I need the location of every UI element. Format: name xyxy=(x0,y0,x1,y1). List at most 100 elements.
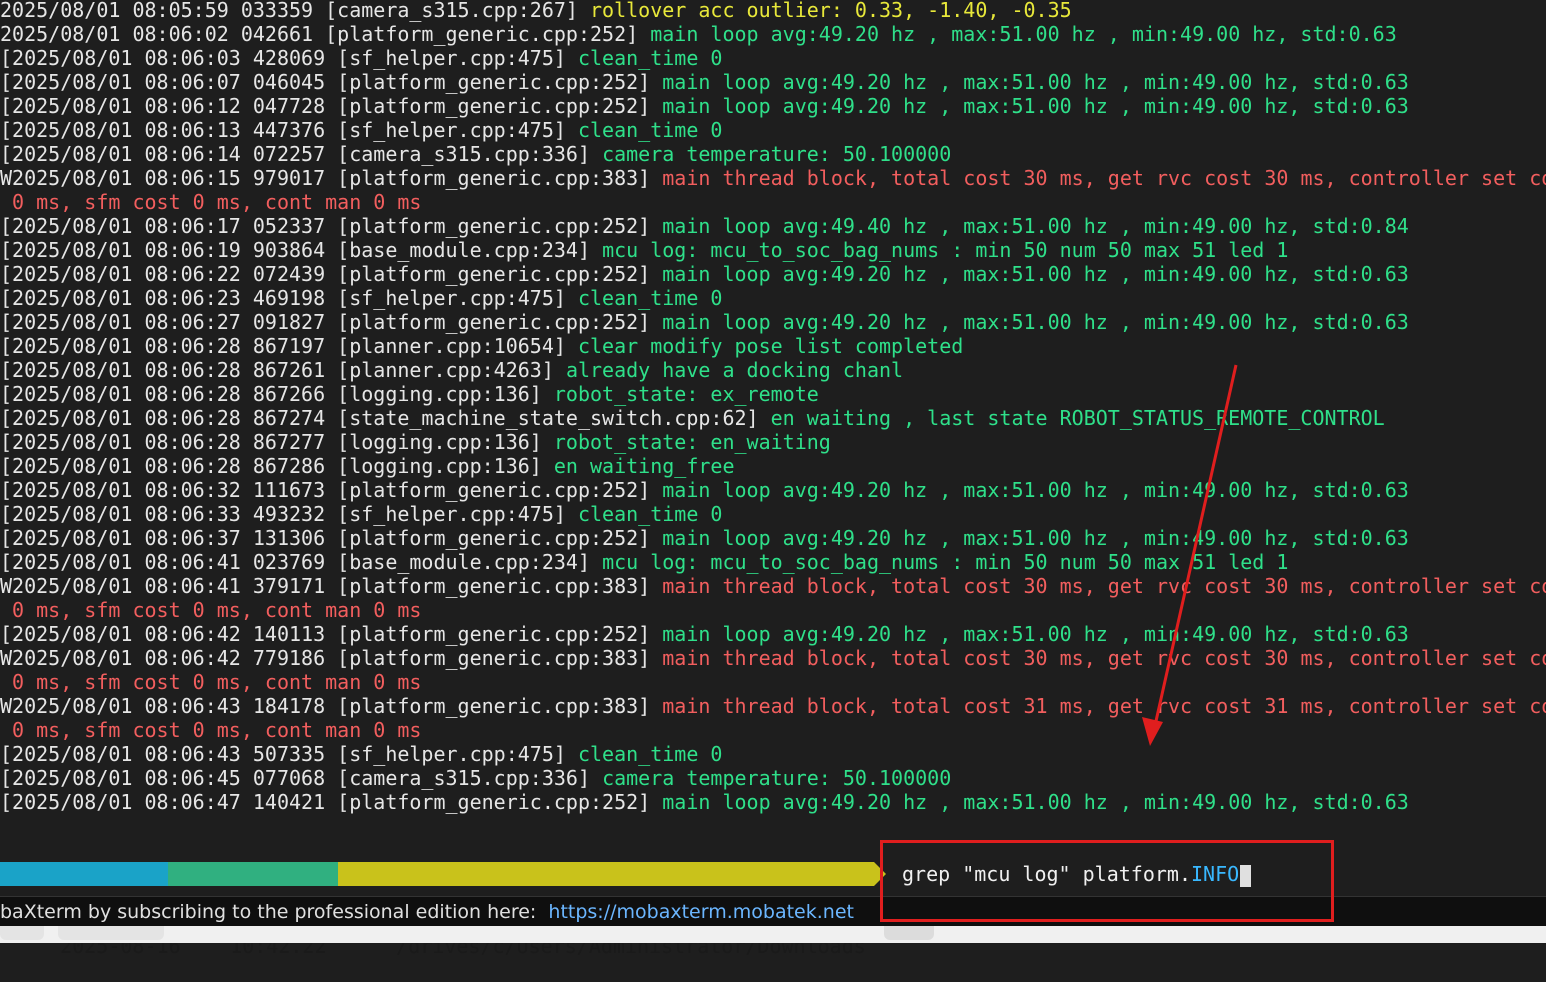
log-line: [2025/08/01 08:06:07 046045 [platform_ge… xyxy=(0,70,1409,94)
log-line: [2025/08/01 08:06:41 023769 [base_module… xyxy=(0,550,1288,574)
log-line: W2025/08/01 08:06:43 184178 [platform_ge… xyxy=(0,694,1546,718)
log-message: clean_time 0 xyxy=(577,46,723,70)
log-message: 0 ms, sfm cost 0 ms, cont man 0 ms xyxy=(0,598,422,622)
log-message: mcu log: mcu_to_soc_bag_nums : min 50 nu… xyxy=(602,550,1289,574)
log-line: [2025/08/01 08:06:45 077068 [camera_s315… xyxy=(0,766,951,790)
log-message: main loop avg:49.20 hz , max:51.00 hz , … xyxy=(662,622,1409,646)
log-line: [2025/08/01 08:06:28 867261 [planner.cpp… xyxy=(0,358,903,382)
log-message: main loop avg:49.40 hz , max:51.00 hz , … xyxy=(662,214,1409,238)
log-prefix: [2025/08/01 08:06:28 867266 [logging.cpp… xyxy=(0,382,554,406)
log-prefix: [2025/08/01 08:06:13 447376 [sf_helper.c… xyxy=(0,118,578,142)
log-line: [2025/08/01 08:06:03 428069 [sf_helper.c… xyxy=(0,46,722,70)
log-line: [2025/08/01 08:06:19 903864 [base_module… xyxy=(0,238,1288,262)
log-line: [2025/08/01 08:06:22 072439 [platform_ge… xyxy=(0,262,1409,286)
log-message: main thread block, total cost 31 ms, get… xyxy=(662,694,1546,718)
log-prefix: [2025/08/01 08:06:37 131306 [platform_ge… xyxy=(0,526,663,550)
log-prefix: [2025/08/01 08:06:42 140113 [platform_ge… xyxy=(0,622,663,646)
log-prefix: [2025/08/01 08:06:14 072257 [camera_s315… xyxy=(0,142,603,166)
log-line: [2025/08/01 08:06:33 493232 [sf_helper.c… xyxy=(0,502,722,526)
log-line: [2025/08/01 08:06:43 507335 [sf_helper.c… xyxy=(0,742,722,766)
log-prefix: [2025/08/01 08:06:28 867274 [state_machi… xyxy=(0,406,771,430)
annotation-highlight-box xyxy=(880,840,1334,922)
log-prefix: [2025/08/01 08:06:27 091827 [platform_ge… xyxy=(0,310,663,334)
log-message: clean_time 0 xyxy=(577,286,723,310)
bottom-strip xyxy=(0,926,1546,943)
log-line: [2025/08/01 08:06:13 447376 [sf_helper.c… xyxy=(0,118,722,142)
log-line: [2025/08/01 08:06:28 867277 [logging.cpp… xyxy=(0,430,831,454)
log-prefix: [2025/08/01 08:06:19 903864 [base_module… xyxy=(0,238,603,262)
log-message: mcu log: mcu_to_soc_bag_nums : min 50 nu… xyxy=(602,238,1289,262)
log-prefix: [2025/08/01 08:06:22 072439 [platform_ge… xyxy=(0,262,663,286)
log-prefix: [2025/08/01 08:06:03 428069 [sf_helper.c… xyxy=(0,46,578,70)
log-prefix: [2025/08/01 08:06:47 140421 [platform_ge… xyxy=(0,790,663,814)
log-line: 0 ms, sfm cost 0 ms, cont man 0 ms xyxy=(0,670,421,694)
log-message: main loop avg:49.20 hz , max:51.00 hz , … xyxy=(662,262,1409,286)
log-prefix: [2025/08/01 08:06:45 077068 [camera_s315… xyxy=(0,766,603,790)
prompt-date-segment: 2025-08-16 xyxy=(0,862,181,958)
log-message: camera temperature: 50.100000 xyxy=(602,142,952,166)
log-line: W2025/08/01 08:06:41 379171 [platform_ge… xyxy=(0,574,1546,598)
log-message: 0 ms, sfm cost 0 ms, cont man 0 ms xyxy=(0,190,422,214)
tab-stub xyxy=(0,926,44,940)
log-line: [2025/08/01 08:06:32 111673 [platform_ge… xyxy=(0,478,1409,502)
log-prefix: [2025/08/01 08:06:28 867261 [planner.cpp… xyxy=(0,358,566,382)
log-message: main thread block, total cost 30 ms, get… xyxy=(662,166,1546,190)
log-prefix: [2025/08/01 08:06:32 111673 [platform_ge… xyxy=(0,478,663,502)
log-message: main loop avg:49.20 hz , max:51.00 hz , … xyxy=(650,22,1397,46)
log-message: main loop avg:49.20 hz , max:51.00 hz , … xyxy=(662,790,1409,814)
log-line: [2025/08/01 08:06:28 867286 [logging.cpp… xyxy=(0,454,735,478)
promo-link[interactable]: https://mobaxterm.mobatek.net xyxy=(548,901,854,923)
log-message: main loop avg:49.20 hz , max:51.00 hz , … xyxy=(662,310,1409,334)
log-line: W2025/08/01 08:06:42 779186 [platform_ge… xyxy=(0,646,1546,670)
log-line: [2025/08/01 08:06:42 140113 [platform_ge… xyxy=(0,622,1409,646)
log-message: robot_state: en_waiting xyxy=(553,430,831,454)
log-message: main thread block, total cost 30 ms, get… xyxy=(662,574,1546,598)
log-line: [2025/08/01 08:06:28 867197 [planner.cpp… xyxy=(0,334,963,358)
log-message: main thread block, total cost 30 ms, get… xyxy=(662,646,1546,670)
log-prefix: [2025/08/01 08:06:33 493232 [sf_helper.c… xyxy=(0,502,578,526)
log-line: [2025/08/01 08:06:17 052337 [platform_ge… xyxy=(0,214,1409,238)
log-line: W2025/08/01 08:06:15 979017 [platform_ge… xyxy=(0,166,1546,190)
log-line: [2025/08/01 08:06:47 140421 [platform_ge… xyxy=(0,790,1409,814)
log-message: clean_time 0 xyxy=(577,502,723,526)
log-line: [2025/08/01 08:06:23 469198 [sf_helper.c… xyxy=(0,286,722,310)
log-prefix: [2025/08/01 08:06:28 867277 [logging.cpp… xyxy=(0,430,554,454)
log-prefix: [2025/08/01 08:06:12 047728 [platform_ge… xyxy=(0,94,663,118)
tab-stub xyxy=(58,926,164,940)
log-line: [2025/08/01 08:06:28 867274 [state_machi… xyxy=(0,406,1385,430)
log-prefix: [2025/08/01 08:06:23 469198 [sf_helper.c… xyxy=(0,286,578,310)
log-prefix: [2025/08/01 08:06:28 867286 [logging.cpp… xyxy=(0,454,554,478)
log-message: 0 ms, sfm cost 0 ms, cont man 0 ms xyxy=(0,670,422,694)
log-line: [2025/08/01 08:06:28 867266 [logging.cpp… xyxy=(0,382,819,406)
log-message: main loop avg:49.20 hz , max:51.00 hz , … xyxy=(662,478,1409,502)
log-message: clean_time 0 xyxy=(577,118,723,142)
log-message: clear modify pose list completed xyxy=(577,334,964,358)
log-prefix: [2025/08/01 08:06:41 023769 [base_module… xyxy=(0,550,603,574)
prompt-time-segment: 10:42.22 xyxy=(168,862,338,958)
log-message: main loop avg:49.20 hz , max:51.00 hz , … xyxy=(662,94,1409,118)
prompt-path-segment: /drives/c/Users/Administrator/Downloads xyxy=(338,862,874,958)
log-line: 2025/08/01 08:06:02 042661 [platform_gen… xyxy=(0,22,1397,46)
promo-text: baXterm by subscribing to the profession… xyxy=(0,901,549,923)
log-line: [2025/08/01 08:06:37 131306 [platform_ge… xyxy=(0,526,1409,550)
log-message: main loop avg:49.20 hz , max:51.00 hz , … xyxy=(662,526,1409,550)
log-prefix: W2025/08/01 08:06:42 779186 [platform_ge… xyxy=(0,646,663,670)
terminal-output[interactable]: 2025/08/01 08:05:59 033359 [camera_s315.… xyxy=(0,0,1546,860)
log-prefix: 2025/08/01 08:05:59 033359 [camera_s315.… xyxy=(0,0,591,22)
log-line: 2025/08/01 08:05:59 033359 [camera_s315.… xyxy=(0,0,1072,22)
log-prefix: W2025/08/01 08:06:43 184178 [platform_ge… xyxy=(0,694,663,718)
tab-stub xyxy=(884,926,934,940)
log-line: [2025/08/01 08:06:27 091827 [platform_ge… xyxy=(0,310,1409,334)
log-message: en waiting , last state ROBOT_STATUS_REM… xyxy=(770,406,1385,430)
log-prefix: [2025/08/01 08:06:28 867197 [planner.cpp… xyxy=(0,334,578,358)
log-message: rollover acc outlier: 0.33, -1.40, -0.35 xyxy=(590,0,1072,22)
log-prefix: W2025/08/01 08:06:15 979017 [platform_ge… xyxy=(0,166,663,190)
log-message: main loop avg:49.20 hz , max:51.00 hz , … xyxy=(662,70,1409,94)
log-message: camera temperature: 50.100000 xyxy=(602,766,952,790)
log-message: robot_state: ex_remote xyxy=(553,382,819,406)
log-message: already have a docking chanl xyxy=(565,358,904,382)
log-line: 0 ms, sfm cost 0 ms, cont man 0 ms xyxy=(0,718,421,742)
log-prefix: [2025/08/01 08:06:17 052337 [platform_ge… xyxy=(0,214,663,238)
log-line: 0 ms, sfm cost 0 ms, cont man 0 ms xyxy=(0,190,421,214)
log-message: 0 ms, sfm cost 0 ms, cont man 0 ms xyxy=(0,718,422,742)
